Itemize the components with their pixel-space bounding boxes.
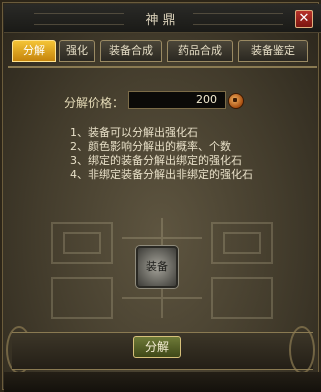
price-value: 200 [128,91,226,109]
instruction-item: 2、颜色影响分解出的概率、个数 [70,140,231,153]
coin-icon [228,93,244,109]
decompose-button[interactable]: 分解 [133,336,181,358]
price-label: 分解价格： [64,96,125,110]
tab-bar: 分解 强化 装备合成 药品合成 装备鉴定 [8,36,317,68]
title-bar[interactable]: 神鼎 ✕ [4,4,321,33]
bottom-ornament-right [289,326,315,374]
instructions-list: 1、装备可以分解出强化石 2、颜色影响分解出的概率、个数 3、绑定的装备分解出绑… [70,126,253,182]
instruction-item: 4、非绑定装备分解出非绑定的强化石 [70,168,253,181]
window-footer [4,372,321,392]
tab-equip-identify[interactable]: 装备鉴定 [238,40,308,62]
close-button[interactable]: ✕ [295,10,313,28]
tab-potion-synthesis[interactable]: 药品合成 [167,40,233,62]
tab-equip-synthesis[interactable]: 装备合成 [100,40,162,62]
shending-window: 神鼎 ✕ 分解 强化 装备合成 药品合成 装备鉴定 分解价格： 200 1、装备… [0,0,321,392]
instruction-item: 1、装备可以分解出强化石 [70,126,198,139]
instruction-item: 3、绑定的装备分解出绑定的强化石 [70,154,242,167]
tab-decompose[interactable]: 分解 [12,40,56,62]
tab-enhance[interactable]: 强化 [59,40,95,62]
equip-slot[interactable]: 装备 [136,246,178,288]
title-ornament-right [193,13,283,25]
